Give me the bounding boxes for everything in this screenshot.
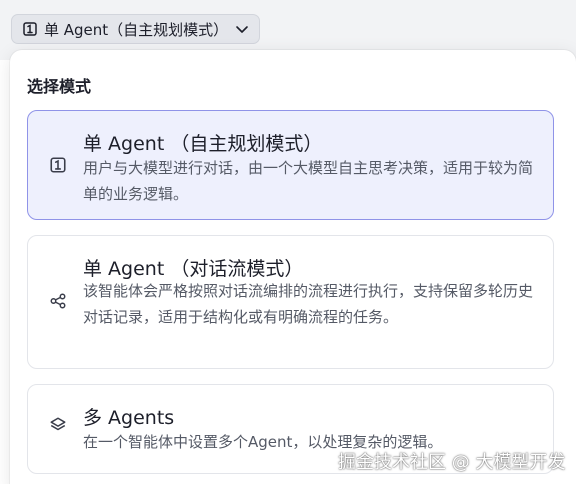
agent-plan-icon bbox=[22, 21, 38, 37]
chevron-down-icon bbox=[235, 22, 249, 36]
mode-dropdown-panel: 选择模式 单 Agent （自主规划模式） 用户与大模型进行对话，由一个大模型自… bbox=[10, 50, 576, 484]
option-title: 单 Agent （自主规划模式） bbox=[83, 133, 323, 155]
mode-select-trigger[interactable]: 单 Agent（自主规划模式） bbox=[11, 14, 260, 44]
workflow-icon bbox=[48, 291, 68, 311]
watermark: 掘金技术社区 @ 大模型开发 bbox=[338, 452, 566, 473]
background-page bbox=[0, 60, 10, 484]
option-description: 用户与大模型进行对话，由一个大模型自主思考决策，适用于较为简单的业务逻辑。 bbox=[83, 159, 534, 203]
option-title: 多 Agents bbox=[83, 407, 175, 429]
panel-title: 选择模式 bbox=[27, 77, 92, 96]
layers-icon bbox=[48, 415, 68, 435]
option-description: 该智能体会严格按照对话流编排的流程进行执行，支持保留多轮历史对话记录，适用于结构… bbox=[83, 282, 534, 326]
option-title: 单 Agent （对话流模式） bbox=[83, 258, 304, 280]
option-single-agent-workflow[interactable]: 单 Agent （对话流模式） 该智能体会严格按照对话流编排的流程进行执行，支持… bbox=[27, 235, 554, 369]
mode-select-label: 单 Agent（自主规划模式） bbox=[44, 20, 229, 39]
option-single-agent-plan[interactable]: 单 Agent （自主规划模式） 用户与大模型进行对话，由一个大模型自主思考决策… bbox=[27, 110, 554, 220]
agent-plan-icon bbox=[48, 155, 68, 175]
